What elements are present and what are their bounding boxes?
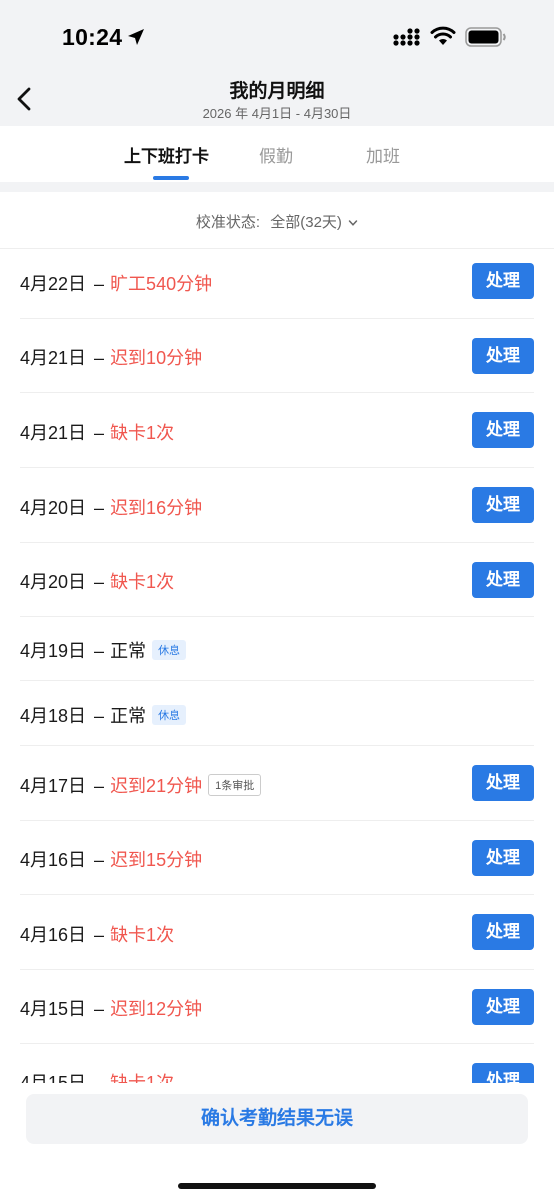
list-item: 4月16日 – 迟到15分钟 处理 xyxy=(20,821,534,895)
record-date: 4月22日 xyxy=(20,274,87,294)
record-status: 迟到16分钟 xyxy=(110,498,203,518)
home-indicator xyxy=(178,1183,376,1189)
attendance-list: 4月22日 – 旷工540分钟 处理 4月21日 – 迟到10分钟 处理 4月21日 – 缺… xyxy=(0,250,554,1083)
list-item: 4月15日 – 迟到12分钟 处理 xyxy=(20,970,534,1044)
record-dash: – xyxy=(94,925,105,945)
record-dash: – xyxy=(94,348,105,368)
tab-clock-in[interactable]: 上下班打卡 xyxy=(124,142,209,167)
rest-badge: 休息 xyxy=(152,705,187,725)
record-text: 4月18日 – 正常 休息 xyxy=(20,702,187,728)
record-status: 缺卡1次 xyxy=(110,1073,175,1083)
list-item: 4月19日 – 正常 休息 xyxy=(20,617,534,681)
record-text: 4月15日 – 缺卡1次 xyxy=(20,1069,174,1083)
list-item: 4月18日 – 正常 休息 xyxy=(20,681,534,746)
list-item: 4月15日 – 缺卡1次 处理 xyxy=(20,1044,534,1083)
record-date: 4月19日 xyxy=(20,641,87,661)
confirm-attendance-button[interactable]: 确认考勤结果无误 xyxy=(26,1094,528,1144)
handle-button[interactable]: 处理 xyxy=(472,840,534,876)
handle-button[interactable]: 处理 xyxy=(472,914,534,950)
record-dash: – xyxy=(94,850,105,870)
status-filter-value: 全部(32天) xyxy=(270,214,342,231)
record-date: 4月16日 xyxy=(20,850,87,870)
header-area: 10:24 我的月明细 2026 年 4月1日 - 4月30日 xyxy=(0,0,554,126)
tab-overtime[interactable]: 加班 xyxy=(366,142,400,167)
record-status: 迟到15分钟 xyxy=(110,850,203,870)
handle-button[interactable]: 处理 xyxy=(472,1063,534,1083)
tab-bar: 上下班打卡 假勤 加班 xyxy=(0,126,554,182)
record-status: 缺卡1次 xyxy=(110,423,175,443)
list-item: 4月16日 – 缺卡1次 处理 xyxy=(20,895,534,970)
record-text: 4月19日 – 正常 休息 xyxy=(20,637,187,663)
chevron-down-icon xyxy=(348,220,358,226)
record-text: 4月15日 – 迟到12分钟 xyxy=(20,995,202,1021)
record-dash: – xyxy=(94,423,105,443)
section-divider xyxy=(0,182,554,192)
record-dash: – xyxy=(94,776,105,796)
record-dash: – xyxy=(94,1073,105,1083)
record-status: 迟到10分钟 xyxy=(110,348,203,368)
record-dash: – xyxy=(94,999,105,1019)
handle-button[interactable]: 处理 xyxy=(472,487,534,523)
status-filter-label: 校准状态: xyxy=(195,214,261,231)
record-status: 缺卡1次 xyxy=(110,925,175,945)
record-status: 缺卡1次 xyxy=(110,572,175,592)
battery-icon xyxy=(465,27,506,47)
record-text: 4月20日 – 迟到16分钟 xyxy=(20,494,202,520)
rest-badge: 休息 xyxy=(152,640,187,660)
handle-button[interactable]: 处理 xyxy=(472,263,534,299)
list-item: 4月17日 – 迟到21分钟 1条审批 处理 xyxy=(20,746,534,821)
list-item: 4月22日 – 旷工540分钟 处理 xyxy=(20,250,534,319)
list-item: 4月20日 – 缺卡1次 处理 xyxy=(20,543,534,617)
record-date: 4月20日 xyxy=(20,572,87,592)
record-text: 4月20日 – 缺卡1次 xyxy=(20,568,174,594)
record-text: 4月21日 – 迟到10分钟 xyxy=(20,344,202,370)
handle-button[interactable]: 处理 xyxy=(472,412,534,448)
record-date: 4月20日 xyxy=(20,498,87,518)
wifi-icon xyxy=(430,26,456,45)
record-date: 4月18日 xyxy=(20,706,87,726)
record-text: 4月16日 – 迟到15分钟 xyxy=(20,846,202,872)
record-date: 4月15日 xyxy=(20,1073,87,1083)
page-subtitle: 2026 年 4月1日 - 4月30日 xyxy=(202,106,352,121)
record-text: 4月22日 – 旷工540分钟 xyxy=(20,270,212,296)
record-status: 旷工540分钟 xyxy=(110,274,213,294)
handle-button[interactable]: 处理 xyxy=(472,562,534,598)
record-dash: – xyxy=(94,706,105,726)
record-text: 4月16日 – 缺卡1次 xyxy=(20,921,174,947)
status-filter-label-wrap[interactable]: 校准状态: 全部(32天) xyxy=(0,211,554,232)
record-dash: – xyxy=(94,498,105,518)
list-item: 4月21日 – 缺卡1次 处理 xyxy=(20,393,534,468)
record-dash: – xyxy=(94,572,105,592)
record-status: 正常 xyxy=(110,641,147,661)
page-title: 我的月明细 xyxy=(229,81,325,102)
handle-button[interactable]: 处理 xyxy=(472,338,534,374)
record-date: 4月21日 xyxy=(20,348,87,368)
active-tab-indicator xyxy=(153,176,189,180)
record-dash: – xyxy=(94,641,105,661)
record-date: 4月21日 xyxy=(20,423,87,443)
status-bar: 10:24 xyxy=(0,0,554,72)
record-status: 迟到21分钟 xyxy=(110,776,203,796)
record-dash: – xyxy=(94,274,105,294)
handle-button[interactable]: 处理 xyxy=(472,765,534,801)
list-item: 4月20日 – 迟到16分钟 处理 xyxy=(20,468,534,543)
record-status: 迟到12分钟 xyxy=(110,999,203,1019)
status-time: 10:24 xyxy=(62,24,123,50)
record-date: 4月15日 xyxy=(20,999,87,1019)
record-status: 正常 xyxy=(110,706,147,726)
record-text: 4月21日 – 缺卡1次 xyxy=(20,419,174,445)
handle-button[interactable]: 处理 xyxy=(472,989,534,1025)
record-date: 4月16日 xyxy=(20,925,87,945)
list-item: 4月21日 – 迟到10分钟 处理 xyxy=(20,319,534,393)
cellular-signal-icon xyxy=(393,28,420,46)
record-text: 4月17日 – 迟到21分钟 1条审批 xyxy=(20,772,262,798)
approval-badge: 1条审批 xyxy=(208,774,262,796)
status-filter[interactable]: 校准状态: 全部(32天) xyxy=(0,192,554,249)
location-arrow-icon xyxy=(128,29,144,45)
record-date: 4月17日 xyxy=(20,776,87,796)
bottom-bar: 确认考勤结果无误 xyxy=(0,1083,554,1200)
tab-leave[interactable]: 假勤 xyxy=(259,142,293,167)
